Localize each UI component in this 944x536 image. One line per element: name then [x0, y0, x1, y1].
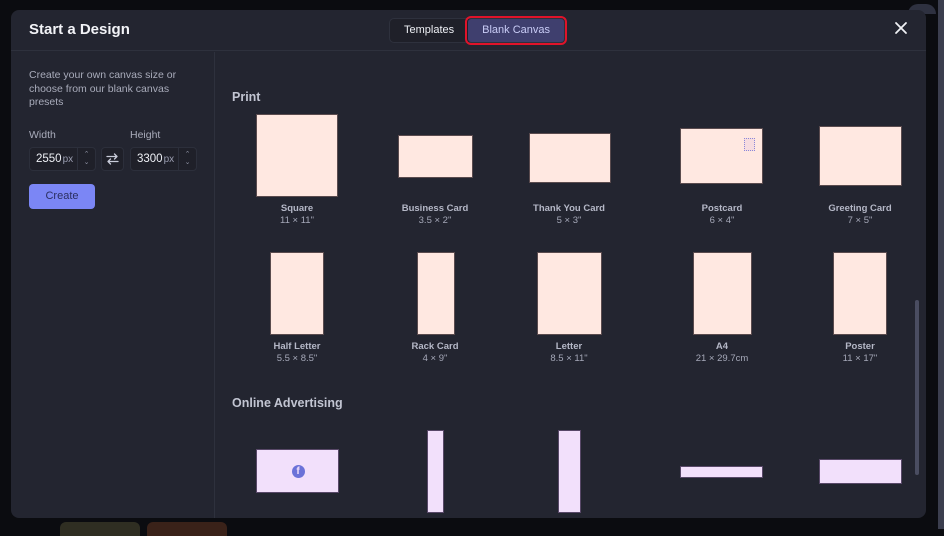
preset-name: Square [237, 203, 357, 214]
preset-size: 5 × 3" [509, 215, 629, 226]
tab-templates[interactable]: Templates [390, 19, 468, 42]
preset-size: 4 × 9" [375, 353, 495, 364]
tab-group: Templates Blank Canvas [389, 18, 565, 43]
preset-half-letter[interactable]: Half Letter 5.5 × 8.5" [237, 252, 357, 367]
chevron-down-icon[interactable]: ⌄ [84, 159, 90, 167]
preset-thumbnail [270, 252, 324, 335]
preset-rack-card[interactable]: Rack Card 4 × 9" [375, 252, 495, 367]
width-label: Width [29, 129, 56, 141]
preset-thumbnail [417, 252, 455, 335]
preset-thumbnail [833, 252, 887, 335]
preset-ad-leaderboard[interactable] [662, 430, 782, 518]
section-title-online-advertising: Online Advertising [232, 396, 343, 410]
preset-name: Poster [800, 341, 920, 352]
chevron-up-icon[interactable]: ⌃ [185, 151, 191, 159]
preset-name: Thank You Card [509, 203, 629, 214]
preset-thumbnail [680, 466, 763, 478]
preset-thumbnail [819, 459, 902, 484]
preset-name: Half Letter [237, 341, 357, 352]
chevron-up-icon[interactable]: ⌃ [84, 151, 90, 159]
preset-thumbnail [693, 252, 752, 335]
preset-name: Postcard [662, 203, 782, 214]
height-unit: px [164, 154, 175, 165]
preset-ad-wide-skyscraper[interactable] [509, 430, 629, 518]
preset-name: Business Card [375, 203, 495, 214]
swap-arrows-icon [106, 153, 119, 165]
preset-size: 8.5 × 11" [509, 353, 629, 364]
preset-thumbnail [256, 114, 338, 197]
height-stepper[interactable]: ⌃ ⌄ [178, 148, 196, 170]
stamp-icon [744, 138, 755, 151]
close-button[interactable] [892, 20, 910, 38]
swap-dimensions-button[interactable] [101, 147, 124, 171]
background-button [147, 522, 227, 536]
preset-name: Greeting Card [800, 203, 920, 214]
preset-name: Rack Card [375, 341, 495, 352]
preset-size: 11 × 11" [237, 215, 357, 226]
preset-ad-banner[interactable] [800, 430, 920, 518]
preset-ad-skyscraper[interactable] [375, 430, 495, 518]
chevron-down-icon[interactable]: ⌄ [185, 159, 191, 167]
preset-size: 5.5 × 8.5" [237, 353, 357, 364]
preset-size: 11 × 17" [800, 353, 920, 364]
background-button [60, 522, 140, 536]
height-input[interactable]: 3300 px ⌃ ⌄ [130, 147, 197, 171]
section-title-print: Print [232, 90, 260, 104]
modal-title: Start a Design [29, 21, 130, 38]
preset-thumbnail: f [256, 449, 339, 493]
preset-size: 3.5 × 2" [375, 215, 495, 226]
preset-name: A4 [662, 341, 782, 352]
preset-thumbnail [427, 430, 444, 513]
presets-panel: Print Square 11 × 11" Business Card 3.5 … [216, 52, 926, 518]
presets-scrollbar[interactable] [915, 300, 919, 475]
facebook-icon: f [292, 465, 305, 478]
close-icon [894, 21, 908, 35]
preset-name: Letter [509, 341, 629, 352]
start-design-modal: Start a Design Templates Blank Canvas Cr… [11, 10, 926, 518]
create-button[interactable]: Create [29, 184, 95, 209]
preset-size: 6 × 4" [662, 215, 782, 226]
width-input[interactable]: 2550 px ⌃ ⌄ [29, 147, 96, 171]
height-label: Height [130, 129, 160, 141]
background-panel-edge [938, 0, 944, 529]
width-stepper[interactable]: ⌃ ⌄ [77, 148, 95, 170]
preset-poster[interactable]: Poster 11 × 17" [800, 252, 920, 367]
preset-thumbnail [529, 133, 611, 183]
preset-size: 7 × 5" [800, 215, 920, 226]
preset-a4[interactable]: A4 21 × 29.7cm [662, 252, 782, 367]
preset-thank-you-card[interactable]: Thank You Card 5 × 3" [509, 114, 629, 229]
preset-letter[interactable]: Letter 8.5 × 11" [509, 252, 629, 367]
preset-thumbnail [558, 430, 581, 513]
tab-blank-canvas[interactable]: Blank Canvas [468, 19, 564, 42]
preset-business-card[interactable]: Business Card 3.5 × 2" [375, 114, 495, 229]
preset-thumbnail [398, 135, 473, 178]
preset-greeting-card[interactable]: Greeting Card 7 × 5" [800, 114, 920, 229]
modal-header: Start a Design Templates Blank Canvas [11, 10, 926, 51]
preset-postcard[interactable]: Postcard 6 × 4" [662, 114, 782, 229]
preset-square[interactable]: Square 11 × 11" [237, 114, 357, 229]
preset-thumbnail [680, 128, 763, 184]
preset-thumbnail [537, 252, 602, 335]
preset-facebook-ad[interactable]: f [237, 430, 357, 518]
custom-size-sidebar: Create your own canvas size or choose fr… [11, 52, 215, 518]
preset-size: 21 × 29.7cm [662, 353, 782, 364]
preset-thumbnail [819, 126, 902, 186]
width-unit: px [63, 154, 74, 165]
height-value[interactable]: 3300 [131, 153, 163, 165]
sidebar-description: Create your own canvas size or choose fr… [29, 69, 189, 110]
width-value[interactable]: 2550 [30, 153, 62, 165]
